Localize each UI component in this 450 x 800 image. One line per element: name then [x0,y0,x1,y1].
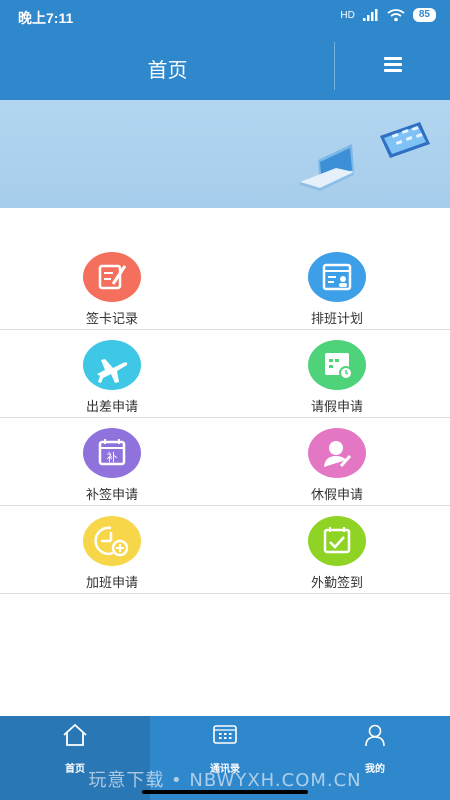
laptop-illustration [300,144,354,191]
grid-label: 签卡记录 [85,312,138,327]
wifi-icon [387,8,405,21]
watermark-text: 玩意下载 • NBWYXH.COM.CN [88,770,362,791]
grid-label: 排班计划 [310,312,363,327]
home-icon [63,723,87,746]
status-bar: 晚上7:11 HD 85 [0,0,450,32]
airplane-icon [83,340,141,390]
grid-item-business-trip[interactable]: 出差申请 [37,340,187,415]
banner-image [0,100,450,208]
grid-label: 休假申请 [310,488,363,503]
edit-doc-icon [83,252,141,302]
battery-indicator: 85 [412,8,436,22]
grid-label: 出差申请 [85,400,138,415]
grid-row: 补 补签申请 休假申请 [0,418,450,506]
page-title: 首页 [147,58,188,82]
keypad-icon [213,725,237,744]
status-time: 晚上7:11 [18,10,74,26]
header: 首页 [0,32,450,100]
schedule-person-icon [308,252,366,302]
signal-icon [362,9,378,21]
clock-plus-icon [83,516,141,566]
menu-button[interactable] [376,54,410,78]
grid-item-sign-records[interactable]: 签卡记录 [37,252,187,327]
function-grid: 签卡记录 排班计划 出差申请 请假申请 补 补签申请 休假申请 加班申请 外勤签… [0,242,450,594]
grid-label: 补签申请 [85,488,138,503]
grid-label: 加班申请 [85,576,138,591]
svg-text:补: 补 [107,451,118,464]
grid-row: 签卡记录 排班计划 [0,242,450,330]
grid-label: 请假申请 [310,400,363,415]
grid-item-leave-request[interactable]: 请假申请 [262,340,412,415]
grid-item-vacation-request[interactable]: 休假申请 [262,428,412,503]
header-divider [334,42,335,90]
status-icons: HD 85 [340,8,436,22]
grid-item-field-checkin[interactable]: 外勤签到 [262,516,412,591]
grid-item-schedule-plan[interactable]: 排班计划 [262,252,412,327]
calculator-illustration [380,122,430,158]
calendar-check-icon [308,516,366,566]
grid-row: 出差申请 请假申请 [0,330,450,418]
calendar-supplement-icon: 补 [83,428,141,478]
user-icon [365,724,385,747]
person-edit-icon [308,428,366,478]
menu-icon [384,57,402,60]
grid-item-supplement-sign[interactable]: 补 补签申请 [37,428,187,503]
home-indicator [142,790,308,794]
banner-illustration [300,122,430,191]
grid-item-overtime-request[interactable]: 加班申请 [37,516,187,591]
grid-row: 加班申请 外勤签到 [0,506,450,594]
grid-label: 外勤签到 [310,576,363,591]
calendar-clock-icon [308,340,366,390]
network-label: HD [340,9,355,21]
